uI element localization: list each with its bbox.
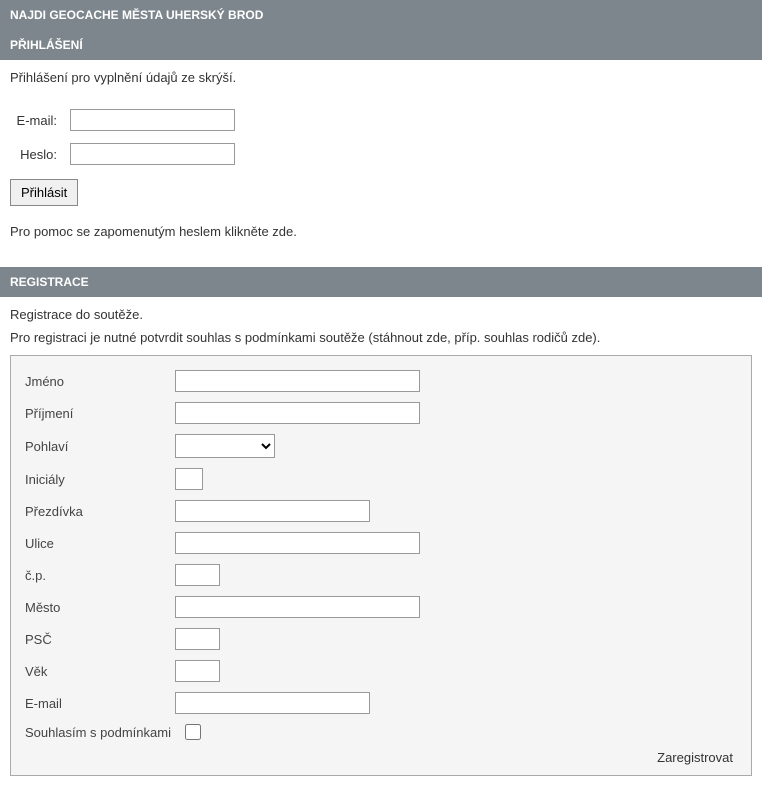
city-input[interactable]	[175, 596, 420, 618]
register-button[interactable]: Zaregistrovat	[25, 750, 737, 765]
zip-input[interactable]	[175, 628, 220, 650]
street-label: Ulice	[25, 536, 175, 551]
gender-select[interactable]	[175, 434, 275, 458]
lastname-label: Příjmení	[25, 406, 175, 421]
age-input[interactable]	[175, 660, 220, 682]
login-heading: PŘIHLÁŠENÍ	[0, 30, 762, 60]
firstname-input[interactable]	[175, 370, 420, 392]
firstname-label: Jméno	[25, 374, 175, 389]
registration-intro-2: Pro registraci je nutné potvrdit souhlas…	[10, 330, 752, 345]
registration-intro-1: Registrace do soutěže.	[10, 307, 752, 322]
login-intro: Přihlášení pro vyplnění údajů ze skrýší.	[10, 70, 752, 85]
email-reg-input[interactable]	[175, 692, 370, 714]
age-label: Věk	[25, 664, 175, 679]
nickname-label: Přezdívka	[25, 504, 175, 519]
houseno-label: č.p.	[25, 568, 175, 583]
street-input[interactable]	[175, 532, 420, 554]
email-label: E-mail:	[10, 103, 65, 137]
forgot-password-text[interactable]: Pro pomoc se zapomenutým heslem klikněte…	[10, 224, 752, 239]
registration-form: Jméno Příjmení Pohlaví Iniciály Přezdívk…	[10, 355, 752, 776]
initials-label: Iniciály	[25, 472, 175, 487]
registration-heading: REGISTRACE	[0, 267, 762, 297]
email-reg-label: E-mail	[25, 696, 175, 711]
password-label: Heslo:	[10, 137, 65, 171]
city-label: Město	[25, 600, 175, 615]
password-input[interactable]	[70, 143, 235, 165]
initials-input[interactable]	[175, 468, 203, 490]
consent-checkbox[interactable]	[185, 724, 201, 740]
zip-label: PSČ	[25, 632, 175, 647]
main-header: NAJDI GEOCACHE MĚSTA UHERSKÝ BROD	[0, 0, 762, 30]
login-button[interactable]: Přihlásit	[10, 179, 78, 206]
gender-label: Pohlaví	[25, 439, 175, 454]
nickname-input[interactable]	[175, 500, 370, 522]
consent-label: Souhlasím s podmínkami	[25, 725, 171, 740]
lastname-input[interactable]	[175, 402, 420, 424]
houseno-input[interactable]	[175, 564, 220, 586]
email-input[interactable]	[70, 109, 235, 131]
